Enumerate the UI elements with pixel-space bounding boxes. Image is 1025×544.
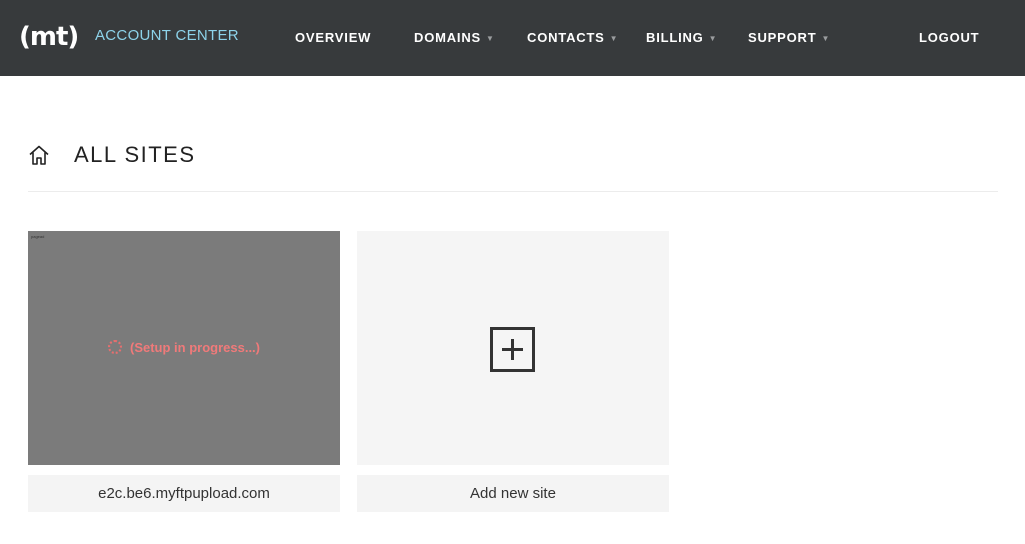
caret-down-icon: ▼ [609, 34, 619, 43]
setup-progress: (Setup in progress...) [28, 339, 340, 357]
nav-domains[interactable]: DOMAINS ▼ [414, 29, 495, 48]
nav-domains-label: DOMAINS [414, 30, 481, 45]
mt-logo[interactable]: (mt) [19, 22, 79, 52]
site-domain-label[interactable]: e2c.be6.myftpupload.com [28, 475, 340, 512]
caret-down-icon: ▼ [486, 34, 495, 43]
page-title: ALL SITES [74, 142, 196, 167]
nav-overview[interactable]: OVERVIEW [295, 29, 371, 47]
plus-icon [490, 327, 535, 372]
nav-support-label: SUPPORT [748, 30, 817, 45]
nav-contacts-label: CONTACTS [527, 30, 605, 45]
nav-billing[interactable]: BILLING ▼ [646, 29, 717, 48]
nav-overview-label: OVERVIEW [295, 30, 372, 45]
top-navigation-bar: (mt) ACCOUNT CENTER OVERVIEW DOMAINS ▼ CO… [0, 0, 1025, 76]
site-card[interactable]: pagead (Setup in progress...) e2c.be6.my… [28, 231, 340, 512]
add-site-card[interactable]: Add new site [357, 231, 669, 512]
logout-link[interactable]: LOGOUT [919, 29, 979, 47]
account-center-title: ACCOUNT CENTER [95, 27, 239, 44]
logout-label: LOGOUT [919, 30, 980, 45]
nav-support[interactable]: SUPPORT ▼ [748, 29, 830, 48]
thumbnail-corner-text: pagead [31, 234, 45, 239]
loading-spinner-icon [107, 340, 122, 354]
add-site-tile[interactable] [357, 231, 669, 465]
setup-status-text: (Setup in progress...) [129, 340, 260, 355]
caret-down-icon: ▼ [708, 34, 718, 43]
nav-billing-label: BILLING [646, 30, 704, 45]
site-thumbnail[interactable]: pagead (Setup in progress...) [28, 231, 340, 465]
home-icon[interactable] [28, 144, 50, 166]
nav-contacts[interactable]: CONTACTS ▼ [527, 29, 618, 48]
add-new-site-button[interactable]: Add new site [357, 475, 669, 512]
caret-down-icon: ▼ [821, 34, 831, 43]
page-header: ALL SITES [28, 140, 998, 192]
